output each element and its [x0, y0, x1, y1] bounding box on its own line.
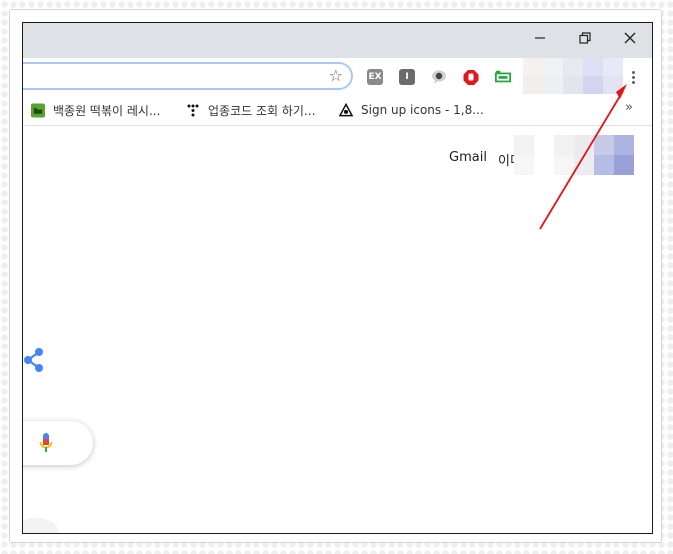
- browser-window: ☆ EX I 백종원 떡볶이 레시... 업종코드 조회 하기... Sign …: [22, 22, 653, 534]
- annotation-arrow: [539, 84, 627, 230]
